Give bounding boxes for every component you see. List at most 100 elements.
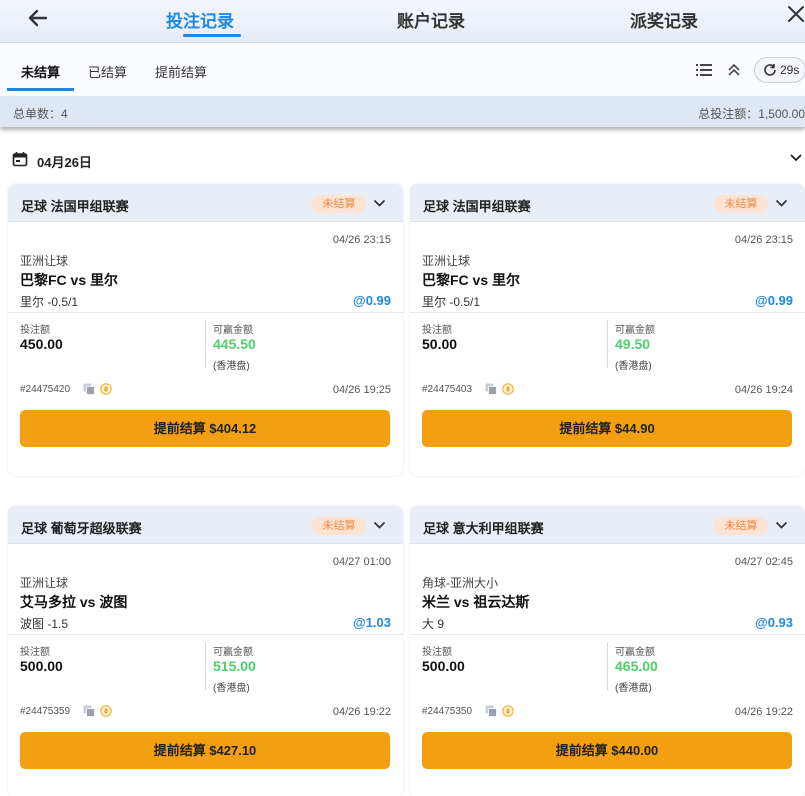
- bet-time: 04/26 19:25: [332, 384, 391, 396]
- copy-icon[interactable]: [485, 383, 497, 395]
- win-amount: 445.50: [213, 336, 256, 352]
- match-name: 米兰 vs 祖云达斯: [422, 594, 530, 610]
- match-time: 04/26 23:15: [734, 234, 793, 246]
- total-stake: 总投注额：1,500.00: [698, 107, 805, 121]
- active-subtab-underline: [7, 88, 74, 91]
- vertical-divider: [607, 320, 608, 368]
- cashout-button[interactable]: 提前结算 $440.00: [422, 732, 792, 769]
- bet-card-body: 04/26 23:15 亚洲让球 巴黎FC vs 里尔 里尔 -0.5/1 @0…: [410, 222, 805, 476]
- refresh-icon: [764, 64, 776, 76]
- bet-card-body: 04/26 23:15 亚洲让球 巴黎FC vs 里尔 里尔 -0.5/1 @0…: [8, 222, 403, 476]
- match-name: 巴黎FC vs 里尔: [20, 272, 119, 288]
- vertical-divider: [205, 320, 206, 368]
- bet-card: 足球 葡萄牙超级联赛 未结算 04/27 01:00 亚洲让球 艾马多拉 vs …: [8, 506, 403, 796]
- win-label: 可赢金额: [615, 647, 655, 658]
- coin-icon: [502, 383, 514, 395]
- chevron-down-icon[interactable]: [775, 520, 788, 530]
- cashout-button[interactable]: 提前结算 $427.10: [20, 732, 390, 769]
- status-badge: 未结算: [714, 517, 768, 535]
- tab-payout-records[interactable]: 派奖记录: [630, 7, 698, 32]
- match-name: 巴黎FC vs 里尔: [422, 272, 521, 288]
- copy-icon[interactable]: [83, 705, 95, 717]
- bet-card: 足球 意大利甲组联赛 未结算 04/27 02:45 角球-亚洲大小 米兰 vs…: [410, 506, 805, 796]
- bet-card: 足球 法国甲组联赛 未结算 04/26 23:15 亚洲让球 巴黎FC vs 里…: [8, 184, 403, 476]
- status-badge: 未结算: [714, 195, 768, 213]
- divider: [410, 312, 805, 313]
- date-label: 04月26日: [37, 155, 92, 170]
- chevron-down-icon[interactable]: [775, 198, 788, 208]
- refresh-countdown: 29s: [780, 63, 800, 77]
- stake-label: 投注额: [20, 647, 50, 658]
- odds-type: (香港盘): [213, 683, 250, 694]
- match-time: 04/26 23:15: [332, 234, 391, 246]
- stake-amount: 500.00: [20, 658, 63, 674]
- selection: 大 9: [422, 617, 445, 631]
- odds: @0.99: [755, 293, 793, 308]
- bet-card-header[interactable]: 足球 法国甲组联赛 未结算: [410, 184, 805, 222]
- win-amount: 465.00: [615, 658, 658, 674]
- divider: [410, 634, 805, 635]
- match-name: 艾马多拉 vs 波图: [20, 594, 128, 610]
- odds: @0.93: [755, 615, 793, 630]
- coin-icon: [100, 705, 112, 717]
- match-time: 04/27 01:00: [332, 556, 391, 568]
- subtab-settled[interactable]: 已结算: [88, 62, 127, 81]
- total-orders: 总单数：4: [13, 107, 68, 121]
- bet-card-body: 04/27 02:45 角球-亚洲大小 米兰 vs 祖云达斯 大 9 @0.93…: [410, 544, 805, 796]
- status-tabs-bar: 未结算 已结算 提前结算 29s: [0, 43, 805, 96]
- win-label: 可赢金额: [213, 647, 253, 658]
- cashout-button[interactable]: 提前结算 $44.90: [422, 410, 792, 447]
- refresh-button[interactable]: 29s: [754, 57, 805, 83]
- subtab-cashout[interactable]: 提前结算: [155, 62, 207, 81]
- back-arrow-icon[interactable]: [26, 6, 50, 30]
- collapse-all-icon[interactable]: [727, 63, 741, 77]
- bet-type: 角球-亚洲大小: [422, 576, 498, 590]
- bet-time: 04/26 19:22: [734, 706, 793, 718]
- stake-amount: 500.00: [422, 658, 465, 674]
- bet-card-header[interactable]: 足球 法国甲组联赛 未结算: [8, 184, 403, 222]
- tab-account-records[interactable]: 账户记录: [397, 7, 465, 32]
- order-id: #24475359: [20, 706, 71, 717]
- match-time: 04/27 02:45: [734, 556, 793, 568]
- stake-label: 投注额: [422, 325, 452, 336]
- status-badge: 未结算: [312, 517, 366, 535]
- bet-type: 亚洲让球: [20, 576, 69, 590]
- league-name: 足球 意大利甲组联赛: [423, 521, 544, 536]
- bet-time: 04/26 19:22: [332, 706, 391, 718]
- copy-icon[interactable]: [485, 705, 497, 717]
- bet-card-header[interactable]: 足球 葡萄牙超级联赛 未结算: [8, 506, 403, 544]
- tab-bet-records[interactable]: 投注记录: [166, 7, 234, 32]
- cashout-button[interactable]: 提前结算 $404.12: [20, 410, 390, 447]
- stake-label: 投注额: [422, 647, 452, 658]
- bet-card-header[interactable]: 足球 意大利甲组联赛 未结算: [410, 506, 805, 544]
- summary-bar: 总单数：4 总投注额：1,500.00: [0, 96, 805, 127]
- league-name: 足球 法国甲组联赛: [21, 199, 129, 214]
- copy-icon[interactable]: [83, 383, 95, 395]
- divider: [8, 312, 403, 313]
- vertical-divider: [607, 642, 608, 690]
- bet-type: 亚洲让球: [20, 254, 69, 268]
- coin-icon: [502, 705, 514, 717]
- active-tab-underline: [183, 34, 241, 37]
- league-name: 足球 法国甲组联赛: [423, 199, 531, 214]
- close-icon[interactable]: [786, 4, 805, 24]
- bet-card-body: 04/27 01:00 亚洲让球 艾马多拉 vs 波图 波图 -1.5 @1.0…: [8, 544, 403, 796]
- odds-type: (香港盘): [615, 683, 652, 694]
- stake-amount: 50.00: [422, 336, 458, 352]
- win-label: 可赢金额: [213, 325, 253, 336]
- top-bar: 投注记录 账户记录 派奖记录: [0, 0, 805, 43]
- vertical-divider: [205, 642, 206, 690]
- league-name: 足球 葡萄牙超级联赛: [21, 521, 142, 536]
- chevron-down-icon[interactable]: [373, 520, 386, 530]
- list-view-icon[interactable]: [696, 63, 712, 77]
- stake-label: 投注额: [20, 325, 50, 336]
- chevron-down-icon[interactable]: [373, 198, 386, 208]
- chevron-down-icon[interactable]: [789, 152, 803, 164]
- order-id: #24475350: [422, 706, 473, 717]
- order-id: #24475403: [422, 384, 473, 395]
- win-amount: 49.50: [615, 336, 651, 352]
- selection: 波图 -1.5: [20, 617, 69, 631]
- subtab-unsettled[interactable]: 未结算: [21, 62, 60, 81]
- stake-amount: 450.00: [20, 336, 63, 352]
- selection: 里尔 -0.5/1: [422, 295, 481, 309]
